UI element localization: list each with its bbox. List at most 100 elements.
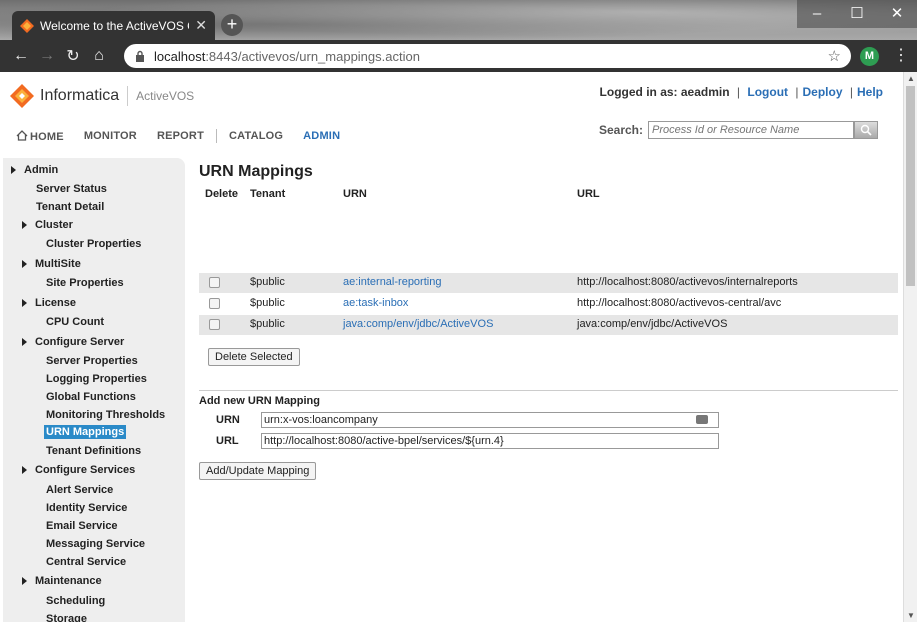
url-cell: java:comp/env/jdbc/ActiveVOS <box>577 318 728 330</box>
url-field[interactable]: http://localhost:8080/active-bpel/servic… <box>261 433 719 449</box>
sidebar-item-messaging-service[interactable]: Messaging Service <box>46 538 145 550</box>
delete-checkbox[interactable] <box>209 298 220 309</box>
column-header-delete: Delete <box>205 188 239 200</box>
sidebar-item-global-functions[interactable]: Global Functions <box>46 391 136 403</box>
sidebar-item-tenant-detail[interactable]: Tenant Detail <box>36 201 104 213</box>
nav-monitor[interactable]: MONITOR <box>84 130 137 142</box>
informatica-logo: Informatica ActiveVOS <box>10 84 194 108</box>
profile-avatar[interactable]: M <box>860 47 879 66</box>
tab-close-icon[interactable]: ✕ <box>195 17 207 34</box>
sidebar-group-cluster[interactable]: Cluster <box>22 219 73 231</box>
address-bar[interactable]: localhost:8443/activevos/urn_mappings.ac… <box>124 44 851 68</box>
expand-arrow-icon <box>22 260 27 269</box>
sidebar-item-identity-service[interactable]: Identity Service <box>46 502 127 514</box>
lock-icon <box>136 50 144 62</box>
brand-name: Informatica <box>40 87 120 104</box>
browser-tab[interactable]: Welcome to the ActiveVOS Cons ✕ <box>12 11 215 40</box>
maximize-icon[interactable]: ☐ <box>837 0 877 28</box>
sidebar-item-scheduling[interactable]: Scheduling <box>46 595 105 607</box>
minimize-icon[interactable]: – <box>797 0 837 28</box>
search-input[interactable] <box>648 121 854 139</box>
delete-checkbox[interactable] <box>209 277 220 288</box>
sidebar-item-cluster-properties[interactable]: Cluster Properties <box>46 238 141 250</box>
new-tab-button[interactable]: + <box>221 14 243 36</box>
delete-selected-button[interactable]: Delete Selected <box>208 348 300 366</box>
nav-home[interactable]: HOME <box>16 129 64 143</box>
tab-title: Welcome to the ActiveVOS Cons <box>40 18 189 33</box>
sidebar-item-email-service[interactable]: Email Service <box>46 520 118 532</box>
sidebar-group-maintenance[interactable]: Maintenance <box>22 575 102 587</box>
nav-divider <box>216 129 217 143</box>
scrollbar-thumb[interactable] <box>906 86 915 286</box>
nav-admin[interactable]: ADMIN <box>303 130 340 142</box>
add-mapping-title: Add new URN Mapping <box>199 395 320 407</box>
column-header-url: URL <box>577 188 600 200</box>
sidebar-item-monitoring-thresholds[interactable]: Monitoring Thresholds <box>46 409 165 421</box>
search-bar: Search: <box>599 121 878 139</box>
urn-field-label: URN <box>216 414 240 426</box>
deploy-link[interactable]: Deploy <box>803 85 843 99</box>
bookmark-star-icon[interactable]: ☆ <box>828 47 841 65</box>
sidebar-item-server-status[interactable]: Server Status <box>36 183 107 195</box>
add-update-mapping-button[interactable]: Add/Update Mapping <box>199 462 317 480</box>
scroll-up-icon[interactable]: ▲ <box>907 74 915 83</box>
sidebar-item-logging-properties[interactable]: Logging Properties <box>46 373 147 385</box>
table-row: $public ae:internal-reporting http://loc… <box>199 273 898 293</box>
tenant-cell: $public <box>250 276 285 288</box>
url-host: localhost <box>154 48 206 64</box>
expand-arrow-icon <box>11 166 16 175</box>
search-label: Search: <box>598 123 643 137</box>
urn-link[interactable]: java:comp/env/jdbc/ActiveVOS <box>343 318 493 330</box>
reload-icon[interactable]: ↻ <box>60 46 86 66</box>
sidebar-item-tenant-definitions[interactable]: Tenant Definitions <box>46 445 141 457</box>
help-link[interactable]: Help <box>857 85 883 99</box>
url-field-label: URL <box>216 435 239 447</box>
separator: | <box>795 85 799 99</box>
column-header-urn: URN <box>343 188 367 200</box>
browser-menu-icon[interactable]: ⋮ <box>893 45 909 65</box>
column-header-tenant: Tenant <box>250 188 286 200</box>
urn-link[interactable]: ae:task-inbox <box>343 297 408 309</box>
logged-in-label: Logged in as: aeadmin <box>599 85 730 99</box>
sidebar-group-license[interactable]: License <box>22 297 76 309</box>
home-icon[interactable]: ⌂ <box>86 47 112 65</box>
sidebar-item-urn-mappings[interactable]: URN Mappings <box>44 425 127 439</box>
sidebar-item-alert-service[interactable]: Alert Service <box>46 484 113 496</box>
sidebar-group-admin[interactable]: Admin <box>11 164 58 176</box>
sidebar-group-configure-services[interactable]: Configure Services <box>22 464 135 476</box>
delete-checkbox[interactable] <box>209 319 220 330</box>
sidebar-item-storage[interactable]: Storage <box>46 613 87 622</box>
nav-report[interactable]: REPORT <box>157 130 204 142</box>
urn-field[interactable]: urn:x-vos:loancompany <box>261 412 719 428</box>
autofill-icon[interactable] <box>696 415 708 424</box>
table-row: $public java:comp/env/jdbc/ActiveVOS jav… <box>199 315 898 335</box>
browser-tab-bar: Welcome to the ActiveVOS Cons ✕ + – ☐ ✕ <box>0 0 917 40</box>
main-nav: HOME MONITOR REPORT CATALOG ADMIN <box>16 129 360 143</box>
informatica-logo-icon <box>10 84 34 108</box>
window-close-icon[interactable]: ✕ <box>877 0 917 28</box>
section-divider <box>199 390 898 391</box>
page-scrollbar[interactable]: ▲ ▼ <box>903 72 917 622</box>
expand-arrow-icon <box>22 577 27 586</box>
back-icon[interactable]: ← <box>8 47 34 65</box>
house-icon <box>16 129 28 141</box>
tenant-cell: $public <box>250 318 285 330</box>
urn-link[interactable]: ae:internal-reporting <box>343 276 441 288</box>
sidebar-item-cpu-count[interactable]: CPU Count <box>46 316 104 328</box>
sidebar-item-site-properties[interactable]: Site Properties <box>46 277 124 289</box>
sidebar-group-multisite[interactable]: MultiSite <box>22 258 81 270</box>
sidebar-item-server-properties[interactable]: Server Properties <box>46 355 138 367</box>
search-icon <box>860 124 872 136</box>
expand-arrow-icon <box>22 466 27 475</box>
logout-link[interactable]: Logout <box>747 85 788 99</box>
url-field-value: http://localhost:8080/active-bpel/servic… <box>264 435 504 447</box>
sidebar-item-central-service[interactable]: Central Service <box>46 556 126 568</box>
separator: | <box>736 85 741 99</box>
separator: | <box>849 85 853 99</box>
forward-icon[interactable]: → <box>34 47 60 65</box>
url-path: :8443/activevos/urn_mappings.action <box>205 48 420 64</box>
search-button[interactable] <box>854 121 878 139</box>
nav-catalog[interactable]: CATALOG <box>229 130 283 142</box>
sidebar-group-configure-server[interactable]: Configure Server <box>22 336 124 348</box>
scroll-down-icon[interactable]: ▼ <box>907 611 915 620</box>
